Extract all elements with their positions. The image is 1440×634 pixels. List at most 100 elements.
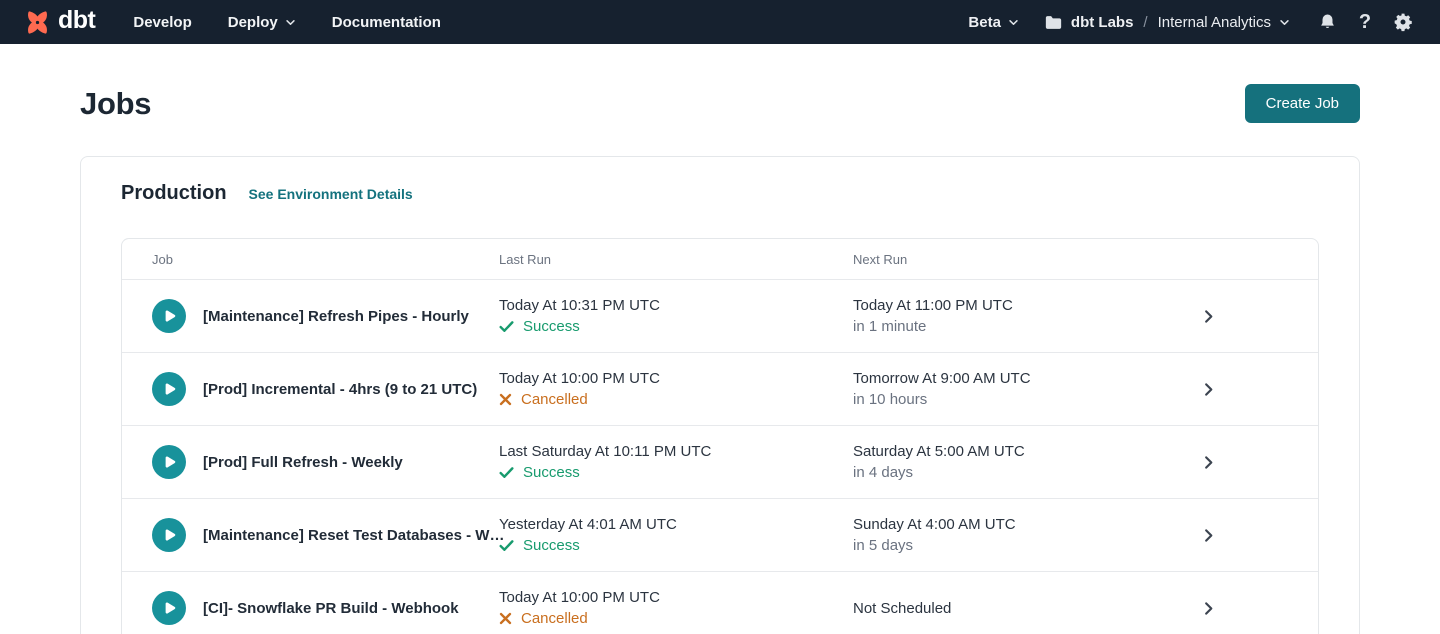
next-run-time: Sunday At 4:00 AM UTC: [853, 516, 1118, 533]
job-name: [CI]- Snowflake PR Build - Webhook: [203, 600, 459, 617]
table-row[interactable]: [CI]- Snowflake PR Build - Webhook Today…: [122, 571, 1318, 634]
job-cell: [Prod] Full Refresh - Weekly: [122, 445, 499, 479]
last-run-status: Success: [499, 318, 853, 335]
last-run-cell: Today At 10:31 PM UTC Success: [499, 297, 853, 335]
table-row[interactable]: [Maintenance] Reset Test Databases - W… …: [122, 498, 1318, 571]
jobs-table-header: Job Last Run Next Run: [122, 239, 1318, 279]
column-header-job: Job: [122, 252, 499, 267]
last-run-cell: Yesterday At 4:01 AM UTC Success: [499, 516, 853, 554]
run-job-play-button[interactable]: [152, 445, 186, 479]
chevron-down-icon: [1008, 17, 1019, 28]
chevron-right-icon[interactable]: [1201, 382, 1216, 397]
page-header: Jobs Create Job: [80, 84, 1360, 123]
beta-label: Beta: [968, 14, 1001, 31]
beta-dropdown[interactable]: Beta: [968, 14, 1019, 31]
run-job-play-button[interactable]: [152, 299, 186, 333]
chevron-right-icon[interactable]: [1201, 601, 1216, 616]
next-run-time: Tomorrow At 9:00 AM UTC: [853, 370, 1118, 387]
last-run-cell: Today At 10:00 PM UTC Cancelled: [499, 589, 853, 627]
last-run-time: Last Saturday At 10:11 PM UTC: [499, 443, 853, 460]
job-cell: [Maintenance] Refresh Pipes - Hourly: [122, 299, 499, 333]
column-header-last-run: Last Run: [499, 252, 853, 267]
row-actions-cell: [1118, 382, 1318, 397]
job-name: [Prod] Full Refresh - Weekly: [203, 454, 403, 471]
table-row[interactable]: [Prod] Full Refresh - Weekly Last Saturd…: [122, 425, 1318, 498]
account-name: dbt Labs: [1071, 14, 1134, 31]
nav-item-develop[interactable]: Develop: [133, 14, 191, 31]
dbt-logo-mark-icon: [24, 9, 51, 36]
success-check-icon: [499, 538, 514, 553]
chevron-down-icon: [1279, 17, 1290, 28]
create-job-button[interactable]: Create Job: [1245, 84, 1360, 123]
last-run-time: Yesterday At 4:01 AM UTC: [499, 516, 853, 533]
nav-item-documentation[interactable]: Documentation: [332, 14, 441, 31]
settings-gear-icon[interactable]: [1392, 11, 1414, 33]
environment-header: Production See Environment Details: [121, 182, 1319, 205]
notifications-bell-icon[interactable]: [1316, 11, 1338, 33]
next-run-time: Saturday At 5:00 AM UTC: [853, 443, 1118, 460]
next-run-cell: Today At 11:00 PM UTC in 1 minute: [853, 297, 1118, 335]
table-row[interactable]: [Prod] Incremental - 4hrs (9 to 21 UTC) …: [122, 352, 1318, 425]
column-header-next-run: Next Run: [853, 252, 1118, 267]
page-content: Jobs Create Job Production See Environme…: [0, 84, 1440, 634]
nav-item-deploy-label: Deploy: [228, 14, 278, 31]
last-run-status: Success: [499, 537, 853, 554]
job-cell: [CI]- Snowflake PR Build - Webhook: [122, 591, 499, 625]
dbt-logo-text: dbt: [58, 8, 95, 36]
run-job-play-button[interactable]: [152, 372, 186, 406]
last-run-status-label: Success: [523, 464, 580, 481]
project-switcher[interactable]: dbt Labs / Internal Analytics: [1045, 14, 1290, 31]
row-actions-cell: [1118, 455, 1318, 470]
chevron-right-icon[interactable]: [1201, 528, 1216, 543]
row-actions-cell: [1118, 601, 1318, 616]
utility-icons: ?: [1316, 11, 1414, 33]
next-run-relative: in 10 hours: [853, 391, 1118, 408]
environment-name: Production: [121, 182, 227, 205]
last-run-status-label: Success: [523, 318, 580, 335]
nav-item-deploy[interactable]: Deploy: [228, 14, 296, 31]
next-run-cell: Saturday At 5:00 AM UTC in 4 days: [853, 443, 1118, 481]
table-row[interactable]: [Maintenance] Refresh Pipes - Hourly Tod…: [122, 279, 1318, 352]
chevron-right-icon[interactable]: [1201, 455, 1216, 470]
job-cell: [Maintenance] Reset Test Databases - W…: [122, 518, 499, 552]
dbt-logo[interactable]: dbt: [24, 8, 95, 36]
last-run-time: Today At 10:00 PM UTC: [499, 589, 853, 606]
last-run-status: Cancelled: [499, 610, 853, 627]
last-run-time: Today At 10:00 PM UTC: [499, 370, 853, 387]
page-title: Jobs: [80, 86, 151, 122]
nav-item-develop-label: Develop: [133, 14, 191, 31]
cancelled-x-icon: [499, 612, 512, 625]
chevron-down-icon: [285, 17, 296, 28]
job-name: [Maintenance] Refresh Pipes - Hourly: [203, 308, 469, 325]
next-run-cell: Not Scheduled: [853, 600, 1118, 617]
last-run-status: Cancelled: [499, 391, 853, 408]
job-name: [Maintenance] Reset Test Databases - W…: [203, 527, 504, 544]
project-name: Internal Analytics: [1158, 14, 1271, 31]
job-cell: [Prod] Incremental - 4hrs (9 to 21 UTC): [122, 372, 499, 406]
run-job-play-button[interactable]: [152, 518, 186, 552]
environment-card: Production See Environment Details Job L…: [80, 156, 1360, 634]
last-run-status-label: Cancelled: [521, 391, 588, 408]
last-run-cell: Last Saturday At 10:11 PM UTC Success: [499, 443, 853, 481]
next-run-relative: in 5 days: [853, 537, 1118, 554]
jobs-table-body: [Maintenance] Refresh Pipes - Hourly Tod…: [122, 279, 1318, 634]
last-run-cell: Today At 10:00 PM UTC Cancelled: [499, 370, 853, 408]
cancelled-x-icon: [499, 393, 512, 406]
job-name: [Prod] Incremental - 4hrs (9 to 21 UTC): [203, 381, 477, 398]
help-icon[interactable]: ?: [1354, 11, 1376, 33]
run-job-play-button[interactable]: [152, 591, 186, 625]
row-actions-cell: [1118, 309, 1318, 324]
next-run-cell: Sunday At 4:00 AM UTC in 5 days: [853, 516, 1118, 554]
chevron-right-icon[interactable]: [1201, 309, 1216, 324]
see-environment-details-link[interactable]: See Environment Details: [249, 186, 413, 202]
next-run-relative: in 1 minute: [853, 318, 1118, 335]
next-run-relative: in 4 days: [853, 464, 1118, 481]
last-run-status-label: Cancelled: [521, 610, 588, 627]
last-run-status-label: Success: [523, 537, 580, 554]
row-actions-cell: [1118, 528, 1318, 543]
jobs-table: Job Last Run Next Run [Maintenance] Refr…: [121, 238, 1319, 634]
next-run-time: Not Scheduled: [853, 600, 1118, 617]
primary-nav: Develop Deploy Documentation: [133, 14, 441, 31]
next-run-time: Today At 11:00 PM UTC: [853, 297, 1118, 314]
nav-right-section: Beta dbt Labs / Internal Analytics ?: [968, 11, 1414, 33]
